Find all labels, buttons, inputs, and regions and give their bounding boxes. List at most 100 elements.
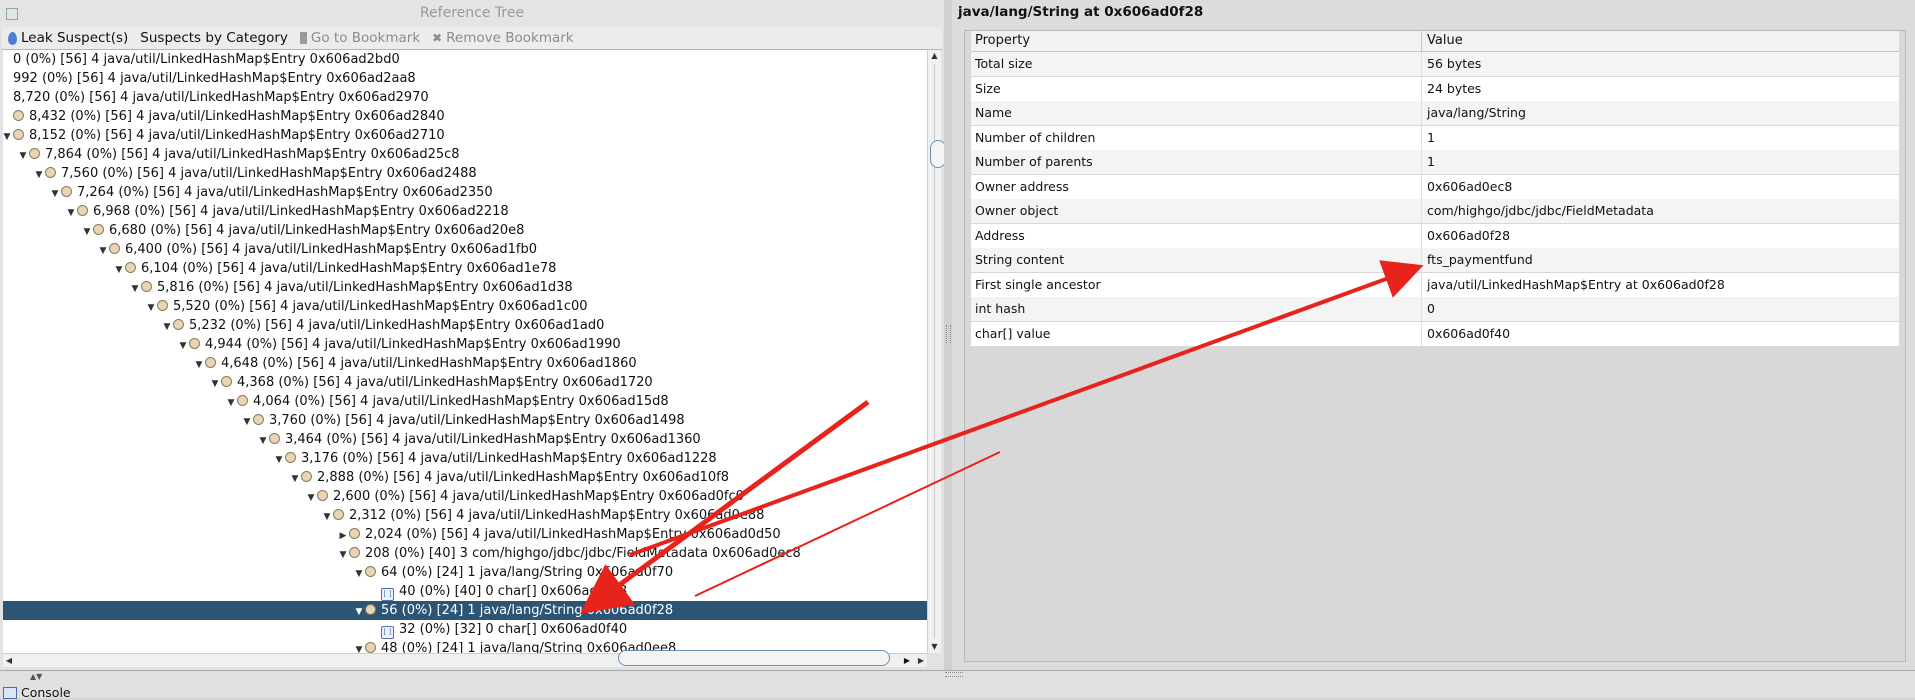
tree-row[interactable]: ▼ 6,400 (0%) [56] 4 java/util/LinkedHashM… xyxy=(3,240,927,259)
tree-row-label: 32 (0%) [32] 0 char[] 0x606ad0f40 xyxy=(399,622,628,637)
property-key: Owner object xyxy=(975,203,1059,218)
tree-row[interactable]: ▼ 5,520 (0%) [56] 4 java/util/LinkedHashM… xyxy=(3,297,927,316)
remove-bookmark-button[interactable]: ✖ Remove Bookmark xyxy=(426,27,579,49)
object-node-icon xyxy=(13,129,24,140)
horizontal-splitter-grip[interactable] xyxy=(945,672,963,677)
tree-row[interactable]: ▼ 4,368 (0%) [56] 4 java/util/LinkedHashM… xyxy=(3,373,927,392)
tree-row-selected[interactable]: ▼ 56 (0%) [24] 1 java/lang/String 0x606ad… xyxy=(3,601,927,620)
tree-row[interactable]: ▼ 7,264 (0%) [56] 4 java/util/LinkedHashM… xyxy=(3,183,927,202)
tree-row[interactable]: [ ] 40 (0%) [40] 0 char[] 0x606ad0fb8 xyxy=(3,582,927,601)
tree-row[interactable]: ▼ 5,816 (0%) [56] 4 java/util/LinkedHashM… xyxy=(3,278,927,297)
tree-row[interactable]: ▼ 6,104 (0%) [56] 4 java/util/LinkedHashM… xyxy=(3,259,927,278)
tree-row[interactable]: ▼ 8,152 (0%) [56] 4 java/util/LinkedHashM… xyxy=(3,126,927,145)
scroll-thumb[interactable] xyxy=(618,650,890,666)
property-row[interactable]: Owner address 0x606ad0ec8 xyxy=(971,174,1899,199)
tree-row-label: 2,312 (0%) [56] 4 java/util/LinkedHashMa… xyxy=(349,508,765,523)
tree-row[interactable]: ▼ 6,680 (0%) [56] 4 java/util/LinkedHashM… xyxy=(3,221,927,240)
tree-row[interactable]: ▼ 7,560 (0%) [56] 4 java/util/LinkedHashM… xyxy=(3,164,927,183)
tree-row[interactable]: ▼ 3,464 (0%) [56] 4 java/util/LinkedHashM… xyxy=(3,430,927,449)
tree-row[interactable]: ▼ 4,944 (0%) [56] 4 java/util/LinkedHashM… xyxy=(3,335,927,354)
tree-row-label: 6,680 (0%) [56] 4 java/util/LinkedHashMa… xyxy=(109,223,525,238)
details-title: java/lang/String at 0x606ad0f28 xyxy=(958,4,1204,20)
property-value: 0x606ad0ec8 xyxy=(1427,178,1513,194)
object-node-icon xyxy=(365,642,376,653)
property-row[interactable]: String content fts_paymentfund xyxy=(971,248,1899,272)
property-table-header: Property Value xyxy=(971,31,1899,52)
property-key: Address xyxy=(975,227,1025,243)
tree-row-label: 7,560 (0%) [56] 4 java/util/LinkedHashMa… xyxy=(61,166,477,181)
property-row[interactable]: int hash 0 xyxy=(971,297,1899,321)
tree-vertical-scrollbar[interactable]: ▲ ▼ xyxy=(927,50,946,653)
property-value: com/highgo/jdbc/jdbc/FieldMetadata xyxy=(1427,203,1654,218)
property-key: First single ancestor xyxy=(975,276,1101,292)
tree-row[interactable]: 8,432 (0%) [56] 4 java/util/LinkedHashMa… xyxy=(3,107,927,126)
tree-row[interactable]: [ ] 32 (0%) [32] 0 char[] 0x606ad0f40 xyxy=(3,620,927,639)
remove-bookmark-icon: ✖ xyxy=(432,31,443,45)
tab-leak-suspects[interactable]: Leak Suspect(s) xyxy=(2,27,134,49)
column-header-value[interactable]: Value xyxy=(1427,31,1463,51)
array-node-icon: [ ] xyxy=(381,588,394,601)
console-icon xyxy=(3,687,17,699)
tab-label: Leak Suspect(s) xyxy=(21,30,129,46)
tree-row[interactable]: ▼ 6,968 (0%) [56] 4 java/util/LinkedHashM… xyxy=(3,202,927,221)
tree-horizontal-scrollbar[interactable]: ◀ ▶ ▶ xyxy=(3,650,927,667)
tree-view-icon[interactable] xyxy=(6,8,18,20)
tree-row[interactable]: ▼ 5,232 (0%) [56] 4 java/util/LinkedHashM… xyxy=(3,316,927,335)
object-node-icon xyxy=(93,224,104,235)
tree-row[interactable]: ▼ 64 (0%) [24] 1 java/lang/String 0x606ad… xyxy=(3,563,927,582)
object-node-icon xyxy=(29,148,40,159)
go-to-bookmark-button[interactable]: Go to Bookmark xyxy=(294,27,426,49)
tree-row[interactable]: ▼ 2,600 (0%) [56] 4 java/util/LinkedHashM… xyxy=(3,487,927,506)
property-row[interactable]: Number of parents 1 xyxy=(971,150,1899,174)
splitter-grip[interactable] xyxy=(946,325,951,343)
object-node-icon xyxy=(205,357,216,368)
object-node-icon xyxy=(237,395,248,406)
property-key: int hash xyxy=(975,301,1026,316)
scroll-up-icon[interactable]: ▲ xyxy=(928,50,941,62)
object-node-icon xyxy=(173,319,184,330)
property-row[interactable]: Size 24 bytes xyxy=(971,76,1899,101)
scroll-right-icon[interactable]: ▶ xyxy=(901,654,913,667)
tree-row[interactable]: ▼ 2,888 (0%) [56] 4 java/util/LinkedHashM… xyxy=(3,468,927,487)
console-tab[interactable]: Console xyxy=(21,685,71,700)
tree-row[interactable]: ▼ 4,648 (0%) [56] 4 java/util/LinkedHashM… xyxy=(3,354,927,373)
object-node-icon xyxy=(157,300,168,311)
property-row[interactable]: Number of children 1 xyxy=(971,125,1899,150)
property-row[interactable]: Address 0x606ad0f28 xyxy=(971,223,1899,248)
tree-row[interactable]: ▼ 4,064 (0%) [56] 4 java/util/LinkedHashM… xyxy=(3,392,927,411)
tree-row[interactable]: ▼ 2,312 (0%) [56] 4 java/util/LinkedHashM… xyxy=(3,506,927,525)
scroll-right-end-icon[interactable]: ▶ xyxy=(915,654,927,667)
pane-title: Reference Tree xyxy=(0,0,944,27)
property-row[interactable]: Owner object com/highgo/jdbc/jdbc/FieldMe… xyxy=(971,199,1899,223)
minimize-grip-icon[interactable]: ▲▼ xyxy=(30,672,42,681)
scroll-left-icon[interactable]: ◀ xyxy=(3,654,15,667)
tree-row[interactable]: 8,720 (0%) [56] 4 java/util/LinkedHashMa… xyxy=(3,88,927,107)
tree-row[interactable]: ▼ 208 (0%) [40] 3 com/highgo/jdbc/jdbc/Fi… xyxy=(3,544,927,563)
tree-row-label: 7,864 (0%) [56] 4 java/util/LinkedHashMa… xyxy=(45,147,460,162)
tree-row-label: 8,720 (0%) [56] 4 java/util/LinkedHashMa… xyxy=(13,90,429,105)
scroll-down-icon[interactable]: ▼ xyxy=(928,641,941,653)
tree-row[interactable]: ▼ 7,864 (0%) [56] 4 java/util/LinkedHashM… xyxy=(3,145,927,164)
expand-toggle-icon[interactable]: ▼ xyxy=(353,641,365,653)
property-row[interactable]: Total size 56 bytes xyxy=(971,52,1899,76)
reference-tree[interactable]: 0 (0%) [56] 4 java/util/LinkedHashMap$En… xyxy=(3,50,927,653)
object-node-icon xyxy=(285,452,296,463)
tree-row-label: 6,968 (0%) [56] 4 java/util/LinkedHashMa… xyxy=(93,204,509,219)
tree-row-label: 40 (0%) [40] 0 char[] 0x606ad0fb8 xyxy=(399,584,628,599)
pane-splitter[interactable] xyxy=(944,0,952,670)
object-node-icon xyxy=(141,281,152,292)
tree-row[interactable]: ▼ 3,176 (0%) [56] 4 java/util/LinkedHashM… xyxy=(3,449,927,468)
property-row[interactable]: Name java/lang/String xyxy=(971,101,1899,125)
tab-label: Remove Bookmark xyxy=(446,30,574,46)
tree-row[interactable]: 0 (0%) [56] 4 java/util/LinkedHashMap$En… xyxy=(3,50,927,69)
tree-row[interactable]: ▼ 3,760 (0%) [56] 4 java/util/LinkedHashM… xyxy=(3,411,927,430)
tree-row[interactable]: 992 (0%) [56] 4 java/util/LinkedHashMap$… xyxy=(3,69,927,88)
property-row[interactable]: char[] value 0x606ad0f40 xyxy=(971,321,1899,346)
property-key: Number of children xyxy=(975,129,1096,145)
reference-tree-title: Reference Tree xyxy=(419,5,525,21)
tree-row[interactable]: ▶ 2,024 (0%) [56] 4 java/util/LinkedHashM… xyxy=(3,525,927,544)
column-header-property[interactable]: Property xyxy=(975,31,1030,51)
object-node-icon xyxy=(301,471,312,482)
tab-suspects-by-category[interactable]: Suspects by Category xyxy=(134,27,294,49)
property-row[interactable]: First single ancestor java/util/LinkedHas… xyxy=(971,272,1899,297)
